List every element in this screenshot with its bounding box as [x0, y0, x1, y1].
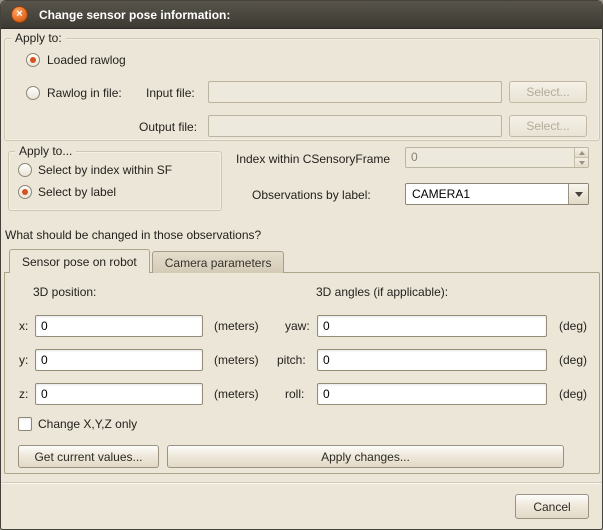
tab-sensor-pose[interactable]: Sensor pose on robot	[9, 249, 150, 273]
combobox-dropdown-button[interactable]	[568, 184, 588, 204]
index-spinner-buttons	[574, 148, 588, 167]
z-unit-label: (meters)	[214, 387, 259, 401]
cancel-button[interactable]: Cancel	[515, 494, 589, 519]
yaw-input[interactable]	[317, 315, 547, 337]
get-current-values-button[interactable]: Get current values...	[18, 445, 159, 468]
apply-changes-button[interactable]: Apply changes...	[167, 445, 564, 468]
radio-loaded-rawlog[interactable]	[26, 53, 40, 67]
output-file-field[interactable]	[208, 115, 502, 137]
position-header: 3D position:	[33, 285, 96, 299]
index-spinner-value: 0	[406, 148, 574, 167]
pitch-unit-label: (deg)	[559, 353, 587, 367]
observations-combobox-value: CAMERA1	[406, 184, 568, 204]
roll-input[interactable]	[317, 383, 547, 405]
tab-camera-parameters[interactable]: Camera parameters	[152, 251, 285, 273]
dialog-window: × Change sensor pose information: Apply …	[0, 0, 603, 530]
rawlog-in-file-label: Rawlog in file:	[47, 86, 122, 100]
change-xyz-only-checkbox[interactable]	[18, 417, 32, 431]
z-input[interactable]	[35, 383, 203, 405]
apply-to-legend: Apply to:	[11, 31, 66, 45]
x-label: x:	[19, 319, 28, 333]
input-file-select-button[interactable]: Select...	[509, 81, 587, 103]
radio-select-by-index[interactable]	[18, 163, 32, 177]
yaw-label: yaw:	[285, 319, 310, 333]
selection-mode-group: Apply to...	[8, 151, 222, 211]
pitch-label: pitch:	[277, 353, 306, 367]
question-text: What should be changed in those observat…	[5, 228, 261, 242]
radio-select-by-label[interactable]	[18, 185, 32, 199]
input-file-label: Input file:	[146, 86, 195, 100]
titlebar[interactable]: × Change sensor pose information:	[1, 1, 602, 29]
spin-down-icon	[579, 161, 585, 165]
input-file-field[interactable]	[208, 81, 502, 103]
select-by-index-label: Select by index within SF	[38, 163, 172, 177]
roll-label: roll:	[285, 387, 304, 401]
chevron-down-icon	[575, 192, 583, 197]
y-label: y:	[19, 353, 28, 367]
footer-separator-highlight	[1, 483, 603, 484]
spin-down-button[interactable]	[575, 157, 588, 167]
tab-bar: Sensor pose on robot Camera parameters	[9, 249, 286, 273]
index-spinner[interactable]: 0	[405, 147, 589, 168]
sensor-pose-panel: 3D position: 3D angles (if applicable): …	[4, 272, 600, 474]
observations-by-label-label: Observations by label:	[252, 188, 371, 202]
output-file-select-button[interactable]: Select...	[509, 115, 587, 137]
yaw-unit-label: (deg)	[559, 319, 587, 333]
pitch-input[interactable]	[317, 349, 547, 371]
roll-unit-label: (deg)	[559, 387, 587, 401]
loaded-rawlog-label: Loaded rawlog	[47, 53, 126, 67]
y-input[interactable]	[35, 349, 203, 371]
angles-header: 3D angles (if applicable):	[316, 285, 448, 299]
change-xyz-only-label: Change X,Y,Z only	[38, 417, 137, 431]
x-unit-label: (meters)	[214, 319, 259, 333]
window-title: Change sensor pose information:	[39, 8, 230, 22]
spin-up-button[interactable]	[575, 148, 588, 157]
x-input[interactable]	[35, 315, 203, 337]
output-file-label: Output file:	[139, 120, 197, 134]
y-unit-label: (meters)	[214, 353, 259, 367]
z-label: z:	[19, 387, 28, 401]
observations-combobox[interactable]: CAMERA1	[405, 183, 589, 205]
close-icon: ×	[16, 9, 22, 20]
close-button[interactable]: ×	[11, 6, 28, 23]
index-within-csf-label: Index within CSensoryFrame	[236, 152, 390, 166]
radio-rawlog-in-file[interactable]	[26, 86, 40, 100]
selection-mode-legend: Apply to...	[15, 144, 76, 158]
spin-up-icon	[579, 151, 585, 155]
select-by-label-label: Select by label	[38, 185, 116, 199]
